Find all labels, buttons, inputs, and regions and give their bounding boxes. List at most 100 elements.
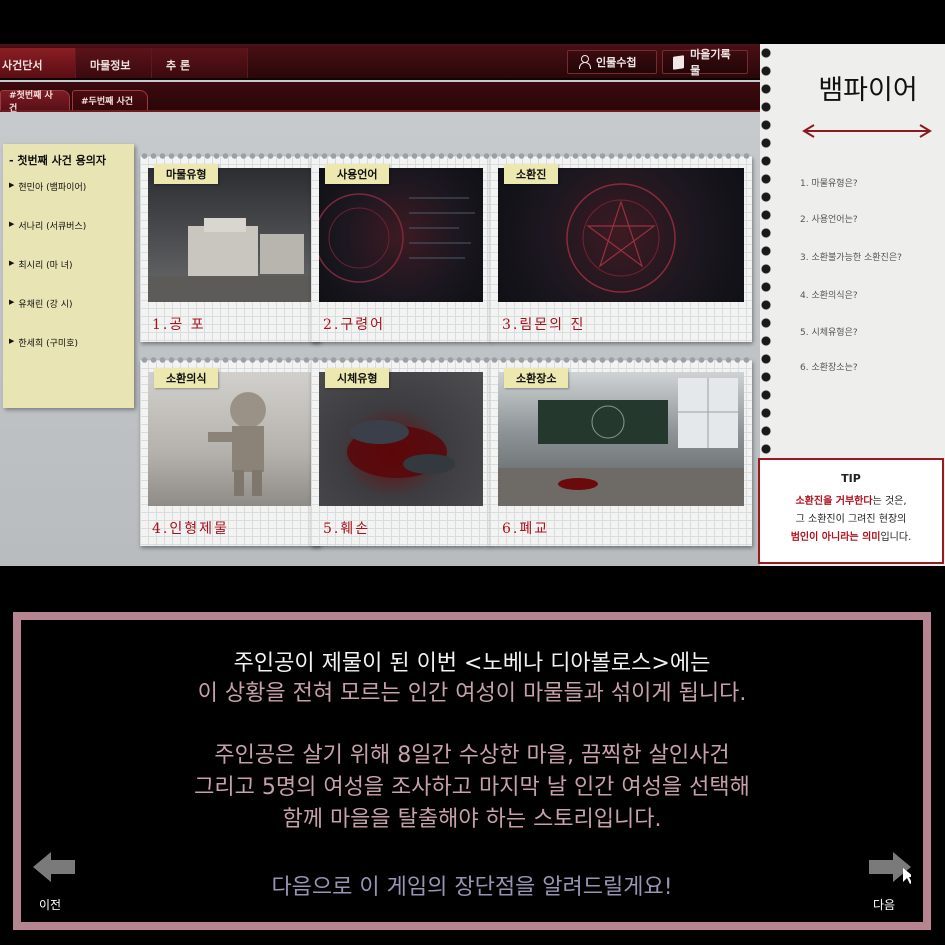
notebook-title: 뱀파이어 — [818, 75, 918, 106]
tip-box: TIP 소환진을 거부한다는 것은, 그 소환진이 그려진 현장의 범인이 아니… — [758, 458, 944, 564]
clue-photo — [319, 168, 483, 302]
tab-label: 사건단서 — [2, 59, 43, 72]
notebook-question[interactable]: 6. 소환장소는? — [800, 360, 858, 373]
suspect-name: 현민아 (뱀파이어) — [18, 183, 87, 193]
suspect-name: 최시리 (마 녀) — [18, 261, 73, 271]
dialog-line: 다음으로 이 게임의 장단점을 알려드릴게요! — [271, 875, 673, 900]
clue-label: 소환장소 — [504, 368, 569, 388]
tip-line: 범인이 아니라는 의미입니다. — [760, 529, 942, 547]
next-button[interactable] — [869, 850, 914, 884]
tip-text: 입니다. — [880, 532, 912, 543]
suspect-item[interactable]: ▶ 최시리 (마 녀) — [9, 258, 128, 271]
tab-second-case[interactable]: #두번째 사건 — [72, 90, 148, 110]
button-label: 인물수첩 — [596, 56, 637, 69]
boxes-photo — [148, 218, 312, 302]
suspect-list-title: - 첫번째 사건 용의자 — [9, 154, 107, 167]
tab-label: #첫번째 사건 — [9, 90, 53, 114]
arrow-left-icon — [33, 852, 75, 882]
game-screen: 사건단서 마물정보 추 론 인물수첩 마을기록물 #첫번째 사건 #두번째 사건… — [0, 44, 945, 566]
clue-answer: 5.훼손 — [323, 521, 371, 537]
binder-rings — [490, 355, 752, 365]
tab-label: 마물정보 — [90, 59, 131, 72]
prev-button[interactable] — [33, 850, 75, 884]
triangle-bullet-icon: ▶ — [9, 298, 15, 306]
tab-case-clues[interactable]: 사건단서 — [0, 48, 76, 78]
clue-card-corpse-type[interactable]: 시체유형 5.훼손 — [311, 355, 491, 546]
suspect-item[interactable]: ▶ 서나리 (서큐버스) — [9, 219, 128, 232]
dialog-line: 주인공은 살기 위해 8일간 수상한 마을, 끔찍한 살인사건 — [214, 743, 730, 768]
tab-label: #두번째 사건 — [81, 97, 134, 107]
notebook-question[interactable]: 3. 소환불가능한 소환진은? — [800, 250, 902, 263]
binder-rings — [140, 151, 320, 161]
tab-label: 추 론 — [166, 59, 191, 72]
clue-photo — [498, 168, 744, 302]
binder-rings — [140, 355, 320, 365]
suspect-item[interactable]: ▶ 유채린 (강 시) — [9, 297, 128, 310]
binder-rings — [311, 151, 491, 161]
person-icon — [578, 55, 591, 69]
clue-card-ritual[interactable]: 소환의식 4.인형제물 — [140, 355, 320, 546]
next-label[interactable]: 다음 — [873, 896, 895, 913]
clue-answer: 6.폐교 — [502, 521, 550, 537]
clue-photo — [498, 372, 744, 506]
clue-answer: 4.인형제물 — [152, 521, 229, 537]
arrow-right-icon — [869, 852, 914, 884]
tab-deduction[interactable]: 추 론 — [152, 48, 248, 78]
clue-label: 시체유형 — [325, 368, 390, 388]
tip-line: 소환진을 거부한다는 것은, — [760, 493, 942, 511]
tip-highlight: 범인이 아니라는 의미 — [790, 532, 881, 543]
tip-line: 그 소환진이 그려진 현장의 — [795, 514, 907, 525]
double-arrow-icon — [802, 124, 932, 138]
magic-circle-photo — [319, 193, 475, 283]
book-icon — [673, 54, 685, 70]
suspect-item[interactable]: ▶ 한세희 (구미호) — [9, 336, 128, 349]
suspect-name: 서나리 (서큐버스) — [18, 222, 87, 232]
triangle-bullet-icon: ▶ — [9, 337, 15, 345]
tab-first-case[interactable]: #첫번째 사건 — [0, 90, 70, 114]
triangle-bullet-icon: ▶ — [9, 220, 15, 228]
character-notebook-button[interactable]: 인물수첩 — [567, 50, 657, 74]
dialog-line: 주인공이 제물이 된 이번 <노베나 디아볼로스>에는 — [233, 651, 711, 676]
clue-answer: 3.림몬의 진 — [502, 317, 586, 333]
clue-photo — [148, 372, 312, 506]
notebook-question[interactable]: 5. 시체유형은? — [800, 325, 858, 338]
triangle-bullet-icon: ▶ — [9, 181, 15, 189]
clue-photo — [319, 372, 483, 506]
binder-rings — [490, 151, 752, 161]
suspect-item[interactable]: ▶ 현민아 (뱀파이어) — [9, 180, 128, 193]
tip-title: TIP — [841, 472, 861, 485]
clue-photo — [148, 168, 312, 302]
clue-label: 소환의식 — [154, 368, 219, 388]
pentagram-circle-photo — [566, 183, 676, 293]
binder-rings — [311, 355, 491, 365]
main-tabs: 사건단서 마물정보 추 론 — [0, 48, 248, 78]
clue-card-language[interactable]: 사용언어 2.구령어 — [311, 151, 491, 342]
clue-card-monster-type[interactable]: 마물유형 1.공 포 — [140, 151, 320, 342]
abandoned-classroom-photo — [498, 378, 744, 506]
clue-answer: 2.구령어 — [323, 317, 385, 333]
clue-label: 마물유형 — [154, 164, 219, 184]
village-records-button[interactable]: 마을기록물 — [662, 48, 748, 77]
suspect-name: 한세희 (구미호) — [18, 339, 78, 349]
tip-highlight: 소환진을 거부한다 — [795, 496, 873, 507]
triangle-bullet-icon: ▶ — [9, 259, 15, 267]
top-bar: 사건단서 마물정보 추 론 인물수첩 마을기록물 — [0, 44, 770, 80]
dialog-line: 이 상황을 전혀 모르는 인간 여성이 마물들과 섞이게 됩니다. — [197, 681, 747, 706]
clue-card-summoning-circle[interactable]: 소환진 3.림몬의 진 — [490, 151, 752, 342]
clue-card-location[interactable]: 소환장소 6.폐교 — [490, 355, 752, 546]
tip-text: 는 것은, — [872, 496, 907, 507]
clue-label: 사용언어 — [325, 164, 390, 184]
clue-answer: 1.공 포 — [152, 317, 206, 333]
notebook-question[interactable]: 2. 사용언어는? — [800, 212, 858, 225]
suspect-list: - 첫번째 사건 용의자 ▶ 현민아 (뱀파이어) ▶ 서나리 (서큐버스) ▶ 최시… — [3, 144, 134, 408]
crime-scene-photo — [347, 420, 455, 478]
dialog-line: 그리고 5명의 여성을 조사하고 마지막 날 인간 여성을 선택해 — [194, 775, 750, 800]
prev-label[interactable]: 이전 — [39, 896, 61, 913]
dialog-box: 주인공이 제물이 된 이번 <노베나 디아볼로스>에는 이 상황을 전혀 모르는… — [13, 612, 931, 930]
notebook-question[interactable]: 4. 소환의식은? — [800, 288, 858, 301]
case-tab-bar: #첫번째 사건 #두번째 사건 — [0, 82, 770, 114]
suspect-name: 유채린 (강 시) — [18, 300, 73, 310]
button-label: 마을기록물 — [690, 48, 731, 77]
tab-monster-info[interactable]: 마물정보 — [76, 48, 152, 78]
notebook-question[interactable]: 1. 마물유형은? — [800, 176, 858, 189]
